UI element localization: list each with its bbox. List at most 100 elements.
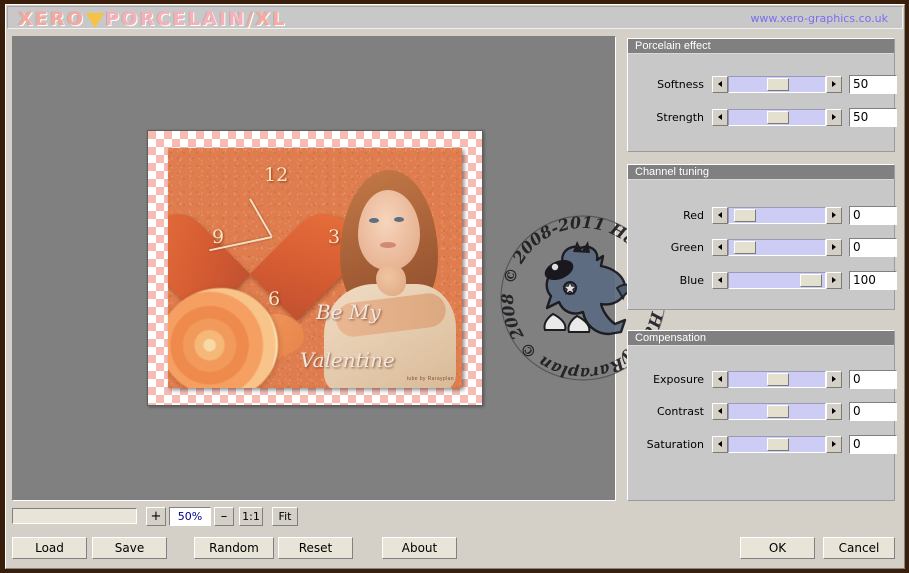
control-label: Contrast [656,404,704,418]
slider-decrement-arrow-icon[interactable] [712,402,728,420]
zoom-level-display[interactable]: 50% [169,507,211,526]
slider-track[interactable] [728,271,826,289]
slider-increment-arrow-icon[interactable] [826,370,842,388]
slider-track[interactable] [728,238,826,256]
cancel-button[interactable]: Cancel [823,537,895,559]
panel-porcelain-effect: Porcelain effect Softness 50 Strength 50 [627,38,897,152]
control-label: Red [683,208,704,222]
softness-slider[interactable] [712,75,842,93]
slider-thumb[interactable] [767,372,789,386]
slider-thumb[interactable] [733,240,756,254]
slider-thumb[interactable] [733,208,756,222]
zoom-fit-button[interactable]: Fit [272,507,298,526]
slider-increment-arrow-icon[interactable] [826,271,842,289]
control-row-green: Green 0 [628,237,897,257]
clock-number-9: 9 [212,226,225,248]
green-value-field[interactable]: 0 [849,237,897,257]
zoom-out-button[interactable]: – [214,507,234,526]
heart-clock-shape [184,170,316,290]
red-value-field[interactable]: 0 [849,205,897,225]
strength-value-field[interactable]: 50 [849,107,897,127]
portrait-eye-left [369,218,379,223]
panel-compensation: Compensation Exposure 0 Contrast 0 Satur… [627,330,897,501]
reset-button[interactable]: Reset [278,537,353,559]
app-window: XERO PORCELAIN /XL www.xero-graphics.co.… [0,0,909,573]
control-row-softness: Softness 50 [628,74,897,94]
artwork-caption-line1: Be My [316,300,381,324]
slider-increment-arrow-icon[interactable] [826,206,842,224]
control-row-exposure: Exposure 0 [628,369,897,389]
random-button[interactable]: Random [194,537,274,559]
saturation-value-field[interactable]: 0 [849,434,897,454]
status-progress-field [12,508,137,524]
title-bar: XERO PORCELAIN /XL www.xero-graphics.co.… [7,6,903,29]
contrast-value-field[interactable]: 0 [849,401,897,421]
slider-thumb[interactable] [767,77,789,91]
brand-word-xl: /XL [246,7,287,29]
slider-increment-arrow-icon[interactable] [826,402,842,420]
slider-track[interactable] [728,206,826,224]
slider-increment-arrow-icon[interactable] [826,238,842,256]
load-button[interactable]: Load [12,537,87,559]
portrait-lips [380,242,396,248]
blue-slider[interactable] [712,271,842,289]
panel-title: Porcelain effect [628,39,894,54]
green-slider[interactable] [712,238,842,256]
contrast-slider[interactable] [712,402,842,420]
zoom-in-button[interactable]: + [146,507,166,526]
red-slider[interactable] [712,206,842,224]
slider-decrement-arrow-icon[interactable] [712,271,728,289]
ok-button[interactable]: OK [740,537,815,559]
triangle-icon [86,13,105,28]
panel-title: Compensation [628,331,894,346]
control-label: Exposure [653,372,704,386]
exposure-value-field[interactable]: 0 [849,369,897,389]
slider-track[interactable] [728,435,826,453]
slider-decrement-arrow-icon[interactable] [712,370,728,388]
strength-slider[interactable] [712,108,842,126]
app-logo: XERO PORCELAIN /XL [18,7,287,29]
clock-number-6: 6 [268,288,281,310]
slider-thumb[interactable] [767,110,789,124]
exposure-slider[interactable] [712,370,842,388]
control-label: Softness [657,77,704,91]
slider-thumb[interactable] [767,404,789,418]
preview-canvas[interactable]: 12 3 6 9 Be My Valentine tube by Raraypl… [12,36,616,501]
slider-decrement-arrow-icon[interactable] [712,108,728,126]
artwork-signature: tube by Rarayplan [406,376,454,382]
control-label: Blue [679,273,704,287]
slider-track[interactable] [728,402,826,420]
save-button[interactable]: Save [92,537,167,559]
slider-increment-arrow-icon[interactable] [826,108,842,126]
slider-track[interactable] [728,108,826,126]
control-label: Green [670,240,704,254]
artwork-image: 12 3 6 9 Be My Valentine tube by Raraypl… [168,148,462,388]
panel-channel-tuning: Channel tuning Red 0 Green 0 Blue 100 [627,164,897,310]
brand-word-porcelain: PORCELAIN [105,7,247,29]
slider-track[interactable] [728,75,826,93]
slider-thumb[interactable] [800,273,823,287]
about-button[interactable]: About [382,537,457,559]
slider-decrement-arrow-icon[interactable] [712,206,728,224]
slider-decrement-arrow-icon[interactable] [712,75,728,93]
slider-increment-arrow-icon[interactable] [826,435,842,453]
slider-thumb[interactable] [767,437,789,451]
slider-track[interactable] [728,370,826,388]
blue-value-field[interactable]: 100 [849,270,897,290]
brand-word-xero: XERO [18,7,86,29]
softness-value-field[interactable]: 50 [849,74,897,94]
control-label: Strength [656,110,704,124]
slider-decrement-arrow-icon[interactable] [712,238,728,256]
slider-increment-arrow-icon[interactable] [826,75,842,93]
website-link[interactable]: www.xero-graphics.co.uk [750,12,888,25]
panel-title: Channel tuning [628,165,894,180]
control-row-blue: Blue 100 [628,270,897,290]
portrait-hand [376,264,406,296]
control-row-strength: Strength 50 [628,107,897,127]
slider-decrement-arrow-icon[interactable] [712,435,728,453]
control-row-contrast: Contrast 0 [628,401,897,421]
saturation-slider[interactable] [712,435,842,453]
control-row-saturation: Saturation 0 [628,434,897,454]
zoom-actual-size-button[interactable]: 1:1 [239,507,263,526]
control-label: Saturation [646,437,704,451]
